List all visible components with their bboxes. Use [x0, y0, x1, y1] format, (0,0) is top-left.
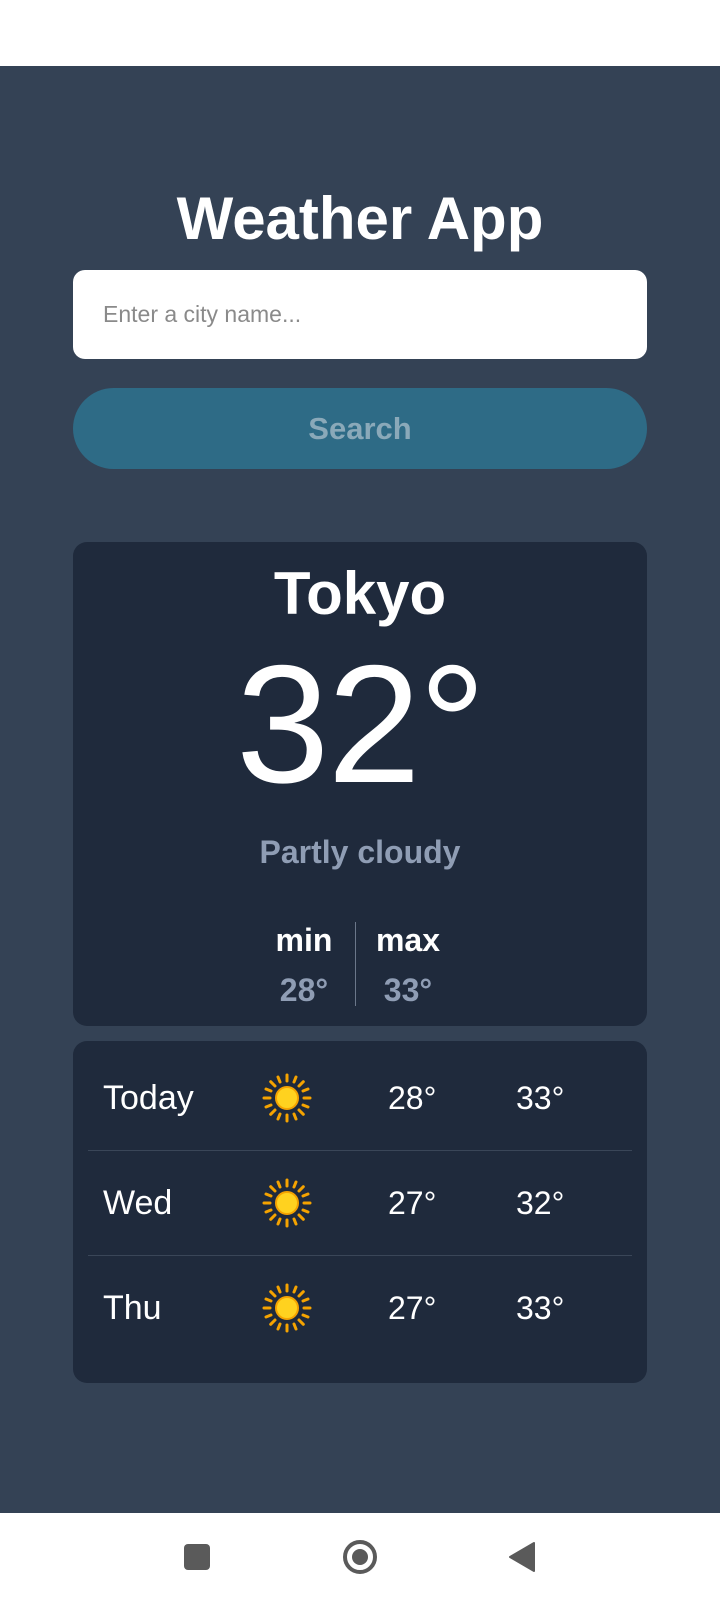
square-icon	[184, 1544, 210, 1570]
min-label: min	[275, 922, 333, 958]
sun-icon	[262, 1178, 312, 1228]
app-title: Weather App	[176, 185, 544, 252]
home-button[interactable]	[336, 1533, 384, 1581]
forecast-min: 27°	[388, 1290, 437, 1326]
current-weather-card: Tokyo 32° Partly cloudy min 28° max 33°	[73, 542, 647, 1026]
circle-home-icon	[343, 1540, 377, 1574]
forecast-max: 32°	[516, 1185, 565, 1221]
forecast-day: Wed	[103, 1184, 173, 1222]
forecast-max: 33°	[516, 1080, 565, 1116]
forecast-card: Today 28° 33° Wed 27° 32° Thu 27° 33°	[73, 1041, 647, 1383]
search-button[interactable]: Search	[73, 388, 647, 469]
min-max-summary: min 28° max 33°	[73, 918, 647, 1008]
forecast-min: 27°	[388, 1185, 437, 1221]
min-column: min 28°	[249, 918, 359, 1012]
forecast-day: Thu	[103, 1289, 162, 1327]
system-navigation-bar	[0, 1513, 720, 1600]
forecast-row: Wed 27° 32°	[88, 1150, 632, 1255]
max-value: 33°	[383, 972, 433, 1008]
city-search-input[interactable]	[73, 270, 647, 359]
sun-icon	[262, 1283, 312, 1333]
max-column: max 33°	[353, 918, 463, 1012]
forecast-day: Today	[103, 1079, 194, 1117]
triangle-back-icon	[509, 1542, 535, 1572]
city-name: Tokyo	[273, 560, 447, 627]
current-temperature: 32°	[235, 630, 486, 818]
weather-condition: Partly cloudy	[259, 834, 461, 870]
status-bar	[0, 0, 720, 66]
sun-icon	[262, 1073, 312, 1123]
forecast-min: 28°	[388, 1080, 437, 1116]
max-label: max	[375, 922, 441, 958]
recents-button[interactable]	[173, 1533, 221, 1581]
back-button[interactable]	[498, 1533, 546, 1581]
min-value: 28°	[279, 972, 329, 1008]
forecast-max: 33°	[516, 1290, 565, 1326]
forecast-row: Thu 27° 33°	[88, 1255, 632, 1360]
forecast-row: Today 28° 33°	[88, 1046, 632, 1150]
